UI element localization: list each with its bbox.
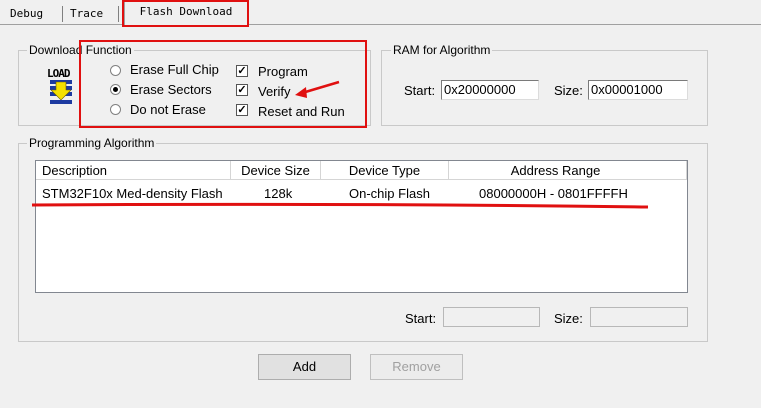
ram-start-label: Start: [404,83,436,98]
erase-sectors-radio[interactable] [110,84,121,95]
tab-panel-border [0,24,761,25]
load-icon-label: LOAD [47,67,70,80]
algorithm-size-input[interactable] [590,307,688,327]
row-device-type: On-chip Flash [349,186,430,201]
verify-checkbox[interactable]: ✓ [236,84,248,96]
algorithm-start-label: Start: [405,311,437,326]
program-checkbox[interactable]: ✓ [236,65,248,77]
do-not-erase-label[interactable]: Do not Erase [130,102,206,117]
annotation-underline [31,202,649,209]
programming-algorithm-legend: Programming Algorithm [27,136,157,150]
load-icon: LOAD [47,67,77,107]
reset-and-run-label[interactable]: Reset and Run [258,104,345,119]
erase-full-chip-label[interactable]: Erase Full Chip [130,62,219,77]
tab-debug[interactable]: Debug [6,4,47,23]
do-not-erase-radio[interactable] [110,104,121,115]
tab-flash-download[interactable]: Flash Download [124,1,248,25]
ram-start-input[interactable]: 0x20000000 [441,80,539,100]
erase-full-chip-radio[interactable] [110,65,121,76]
verify-label[interactable]: Verify [258,84,291,99]
reset-and-run-checkbox[interactable]: ✓ [236,104,248,116]
algorithm-start-input[interactable] [443,307,540,327]
table-row[interactable]: STM32F10x Med-density Flash 128k On-chip… [36,161,687,206]
load-arrow-icon [50,80,72,104]
row-address-range: 08000000H - 0801FFFFH [479,186,628,201]
ram-legend: RAM for Algorithm [391,43,493,57]
ram-size-label: Size: [554,83,583,98]
tab-separator [118,6,119,22]
algorithm-list[interactable]: Description Device Size Device Type Addr… [35,160,688,293]
erase-sectors-label[interactable]: Erase Sectors [130,82,212,97]
tab-trace[interactable]: Trace [66,4,107,23]
algorithm-size-label: Size: [554,311,583,326]
row-device-size: 128k [264,186,293,201]
tab-separator [62,6,63,22]
remove-button[interactable]: Remove [370,354,463,380]
row-description: STM32F10x Med-density Flash [42,186,223,201]
add-button[interactable]: Add [258,354,351,380]
program-label[interactable]: Program [258,64,308,79]
download-function-legend: Download Function [27,43,134,57]
annotation-arrow-icon [295,80,340,98]
ram-size-input[interactable]: 0x00001000 [588,80,688,100]
